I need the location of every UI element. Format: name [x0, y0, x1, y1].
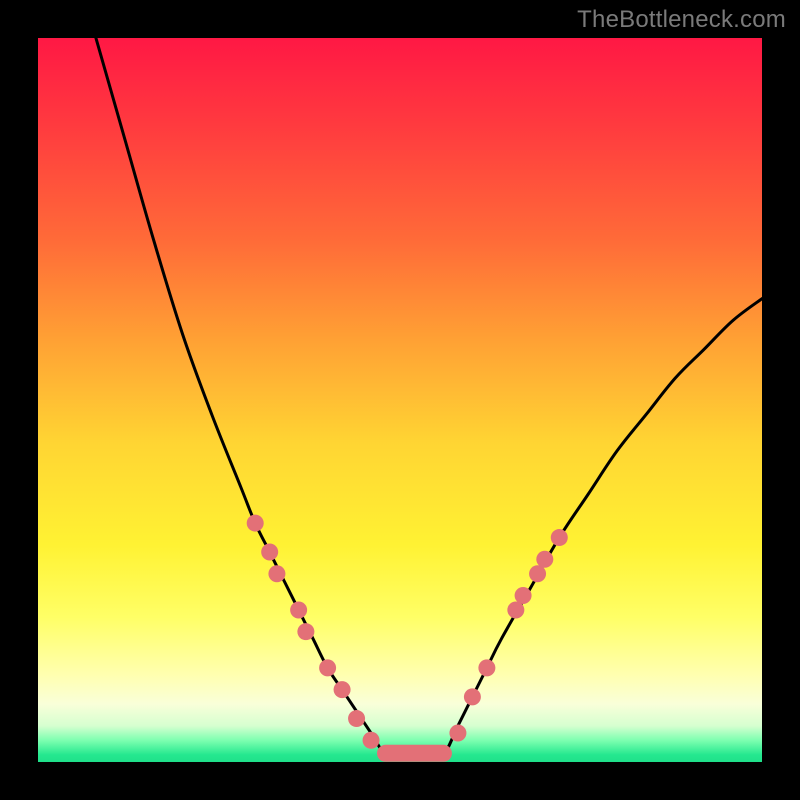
data-marker	[319, 659, 336, 676]
data-marker	[464, 688, 481, 705]
data-marker	[290, 601, 307, 618]
data-marker	[515, 587, 532, 604]
data-marker	[247, 515, 264, 532]
data-marker	[478, 659, 495, 676]
data-marker	[449, 725, 466, 742]
data-marker	[297, 623, 314, 640]
chart-frame: TheBottleneck.com	[0, 0, 800, 800]
chart-lines	[96, 38, 762, 758]
data-marker	[334, 681, 351, 698]
data-marker	[261, 544, 278, 561]
chart-markers	[247, 515, 568, 754]
plot-area	[38, 38, 762, 762]
data-marker	[551, 529, 568, 546]
watermark-text: TheBottleneck.com	[577, 6, 786, 34]
data-marker	[536, 551, 553, 568]
data-marker	[363, 732, 380, 749]
bottleneck-curve	[96, 38, 762, 758]
data-marker	[507, 601, 524, 618]
data-marker	[348, 710, 365, 727]
data-marker	[268, 565, 285, 582]
chart-svg	[38, 38, 762, 762]
data-marker	[529, 565, 546, 582]
